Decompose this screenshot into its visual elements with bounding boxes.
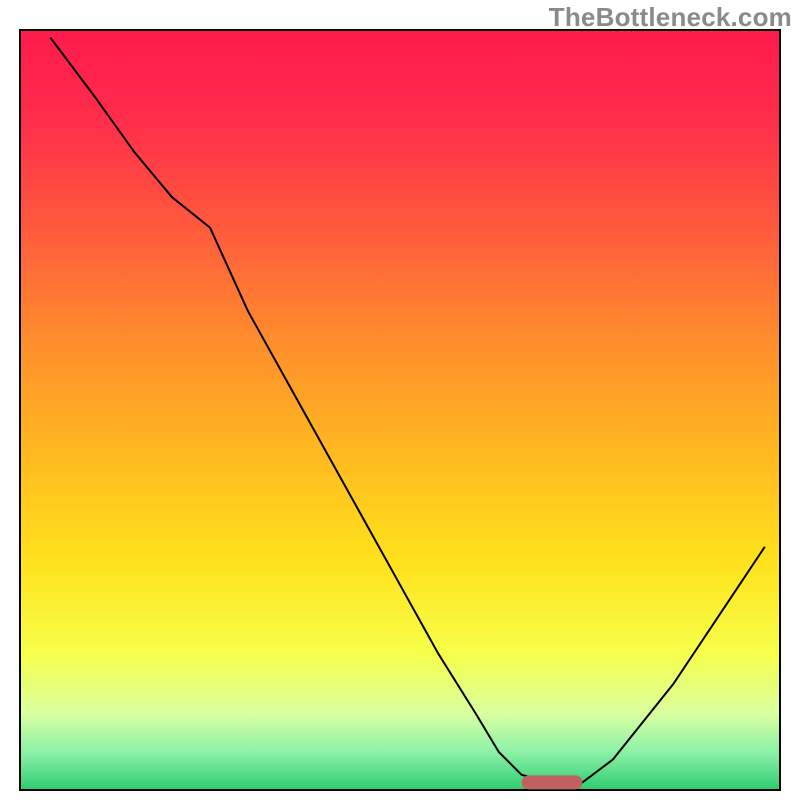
watermark-text: TheBottleneck.com: [549, 2, 792, 33]
chart-container: TheBottleneck.com: [0, 0, 800, 800]
bottleneck-chart: [0, 0, 800, 800]
optimal-marker: [522, 775, 583, 789]
chart-background: [20, 30, 780, 790]
